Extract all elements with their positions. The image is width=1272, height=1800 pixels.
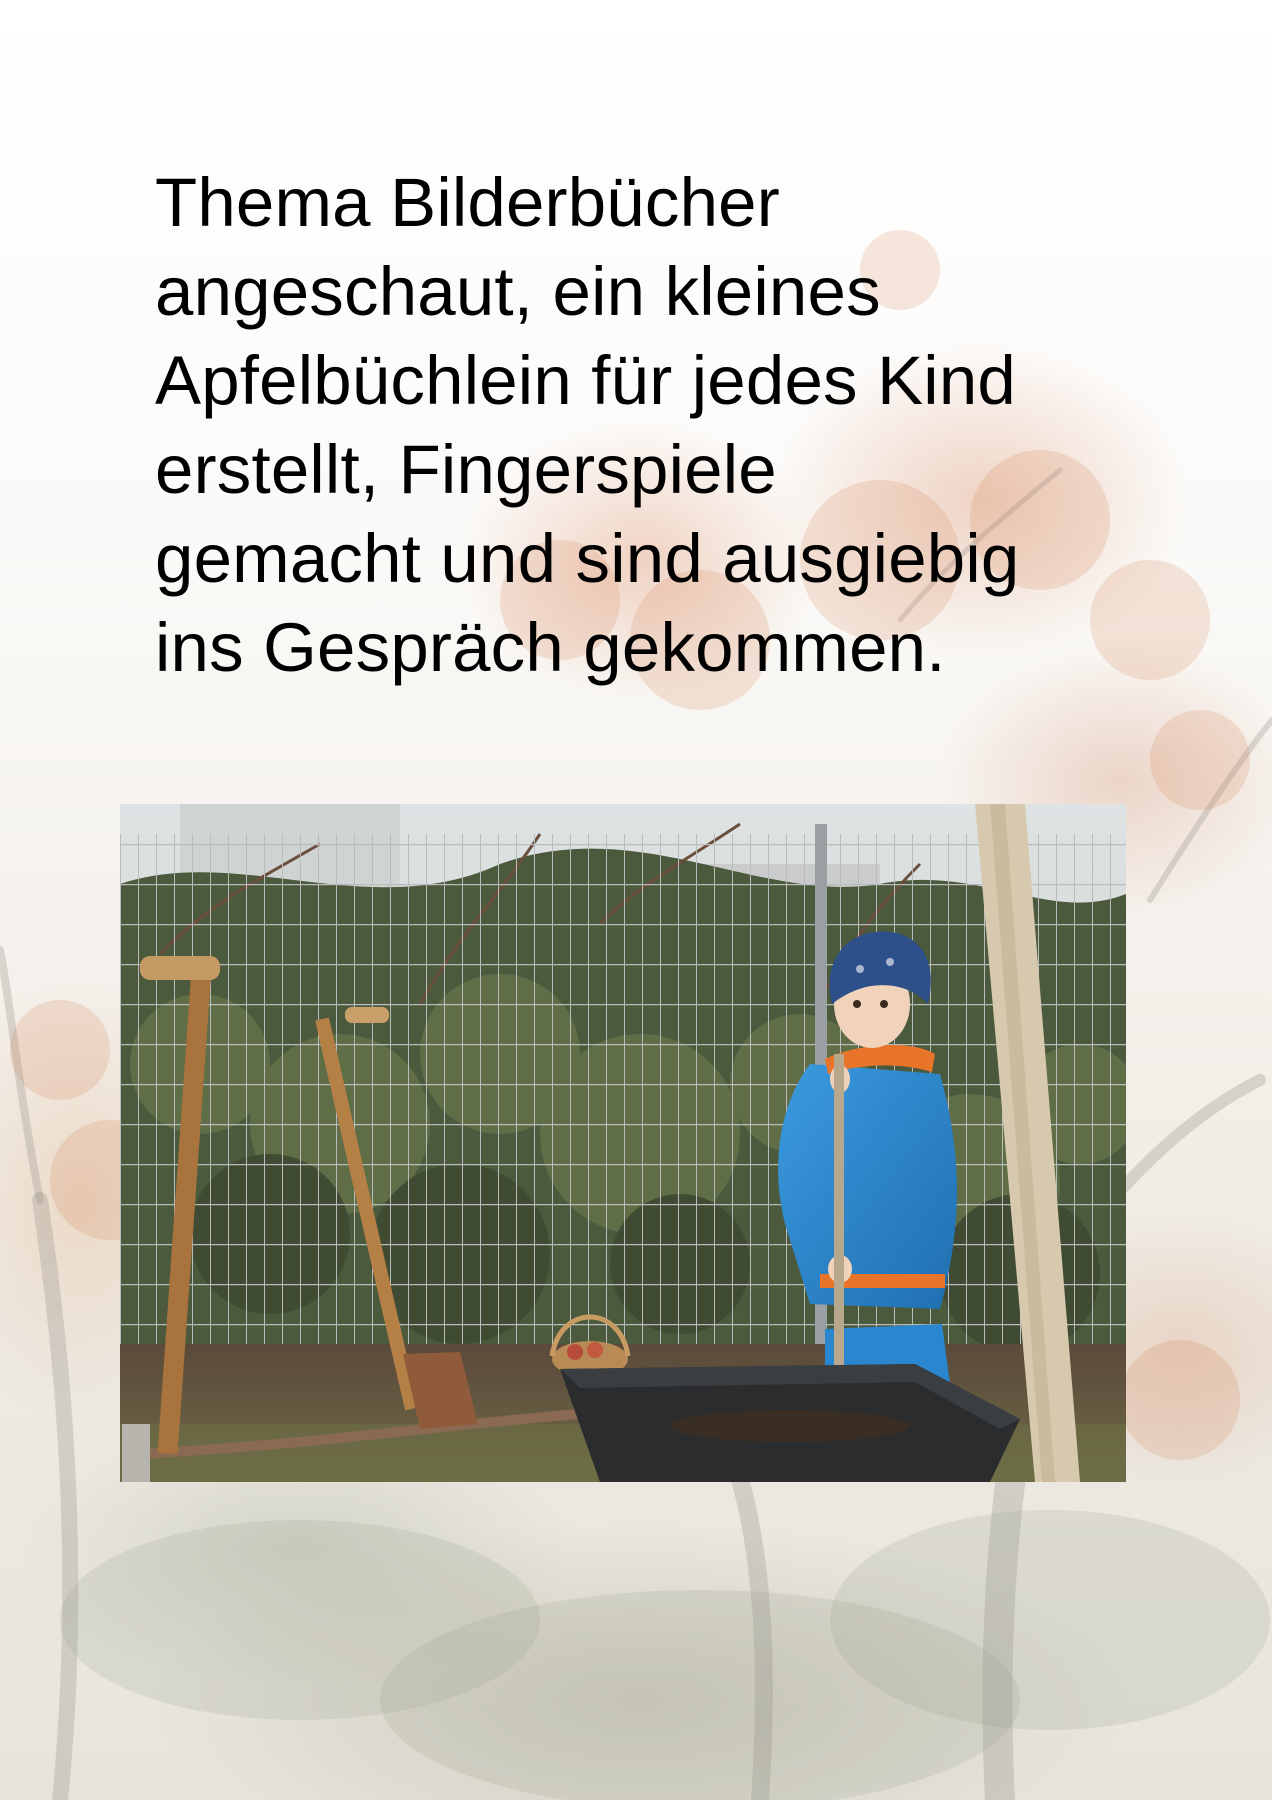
text-line: Apfelbüchlein für jedes Kind [155,342,1016,419]
text-line: gemacht und sind ausgiebig [155,520,1020,597]
text-line: ins Gespräch gekommen. [155,609,946,686]
text-line: angeschaut, ein kleines [155,253,881,330]
text-line: Thema Bilderbücher [155,164,780,241]
photo-child-planting [120,804,1126,1482]
body-text: Thema Bilderbücher angeschaut, ein klein… [155,158,1155,692]
text-line: erstellt, Fingerspiele [155,431,777,508]
photo-illustration [120,804,1126,1482]
